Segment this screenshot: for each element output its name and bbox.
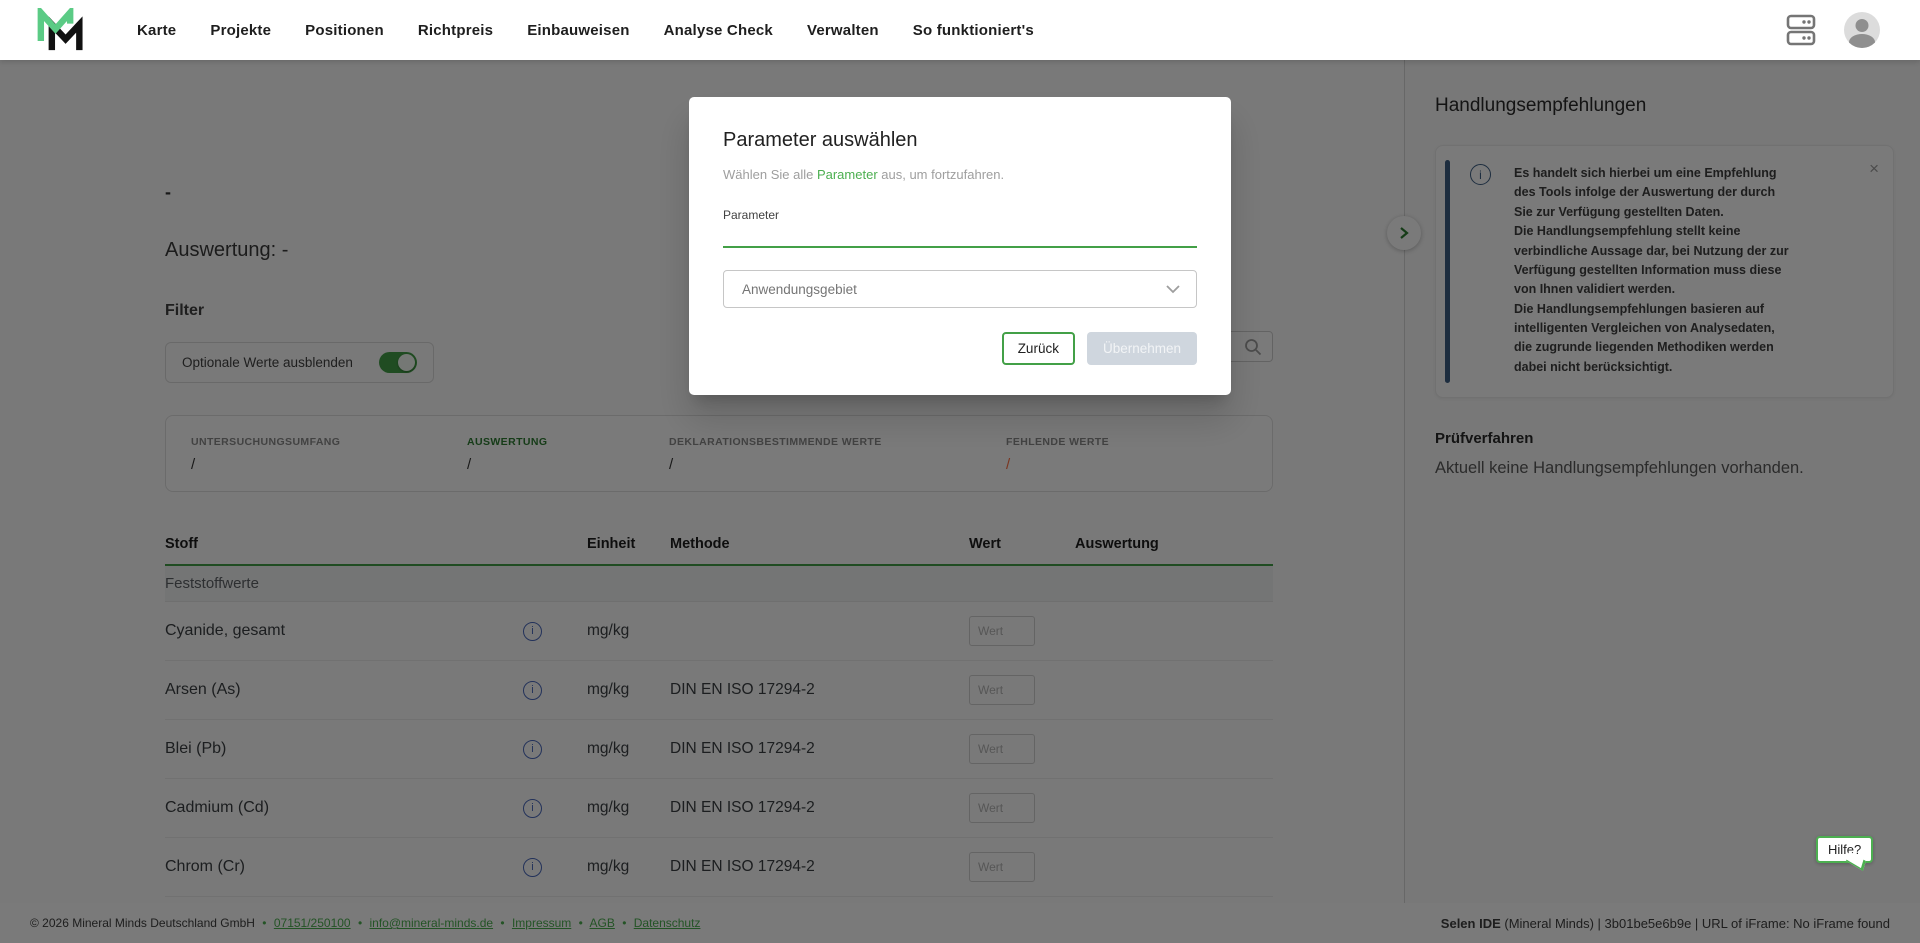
dialog-subtitle: Wählen Sie alle Parameter aus, um fortzu… bbox=[723, 167, 1005, 182]
help-bubble[interactable]: Hilfe? bbox=[1816, 836, 1874, 863]
nav-item-verwalten[interactable]: Verwalten bbox=[807, 22, 879, 39]
nav-item-positionen[interactable]: Positionen bbox=[305, 22, 384, 39]
apply-button[interactable]: Übernehmen bbox=[1086, 332, 1197, 365]
top-navbar: Karte Projekte Positionen Richtpreis Ein… bbox=[0, 0, 1920, 60]
mineral-minds-logo-icon[interactable] bbox=[35, 8, 87, 52]
dialog-title: Parameter auswählen bbox=[723, 129, 918, 151]
back-button[interactable]: Zurück bbox=[1001, 332, 1075, 365]
anwendungsgebiet-dropdown[interactable]: Anwendungsgebiet bbox=[723, 270, 1197, 308]
dropdown-selected-value: Anwendungsgebiet bbox=[742, 281, 857, 297]
parameter-dialog: Parameter auswählen Wählen Sie alle Para… bbox=[689, 97, 1231, 395]
nav-item-einbauweisen[interactable]: Einbauweisen bbox=[527, 22, 629, 39]
chevron-down-icon bbox=[1166, 284, 1180, 293]
parameter-link[interactable]: Parameter bbox=[817, 167, 878, 182]
nav-item-analyse-check[interactable]: Analyse Check bbox=[664, 22, 773, 39]
nav-item-karte[interactable]: Karte bbox=[137, 22, 176, 39]
nav-item-richtpreis[interactable]: Richtpreis bbox=[418, 22, 493, 39]
server-icon[interactable] bbox=[1786, 11, 1816, 49]
parameter-field-label: Parameter bbox=[723, 208, 780, 222]
nav-item-so-funktionierts[interactable]: So funktioniert's bbox=[913, 22, 1034, 39]
nav-item-projekte[interactable]: Projekte bbox=[210, 22, 271, 39]
parameter-input[interactable] bbox=[723, 226, 1197, 248]
user-avatar[interactable] bbox=[1844, 12, 1880, 48]
main-nav: Karte Projekte Positionen Richtpreis Ein… bbox=[137, 22, 1034, 39]
